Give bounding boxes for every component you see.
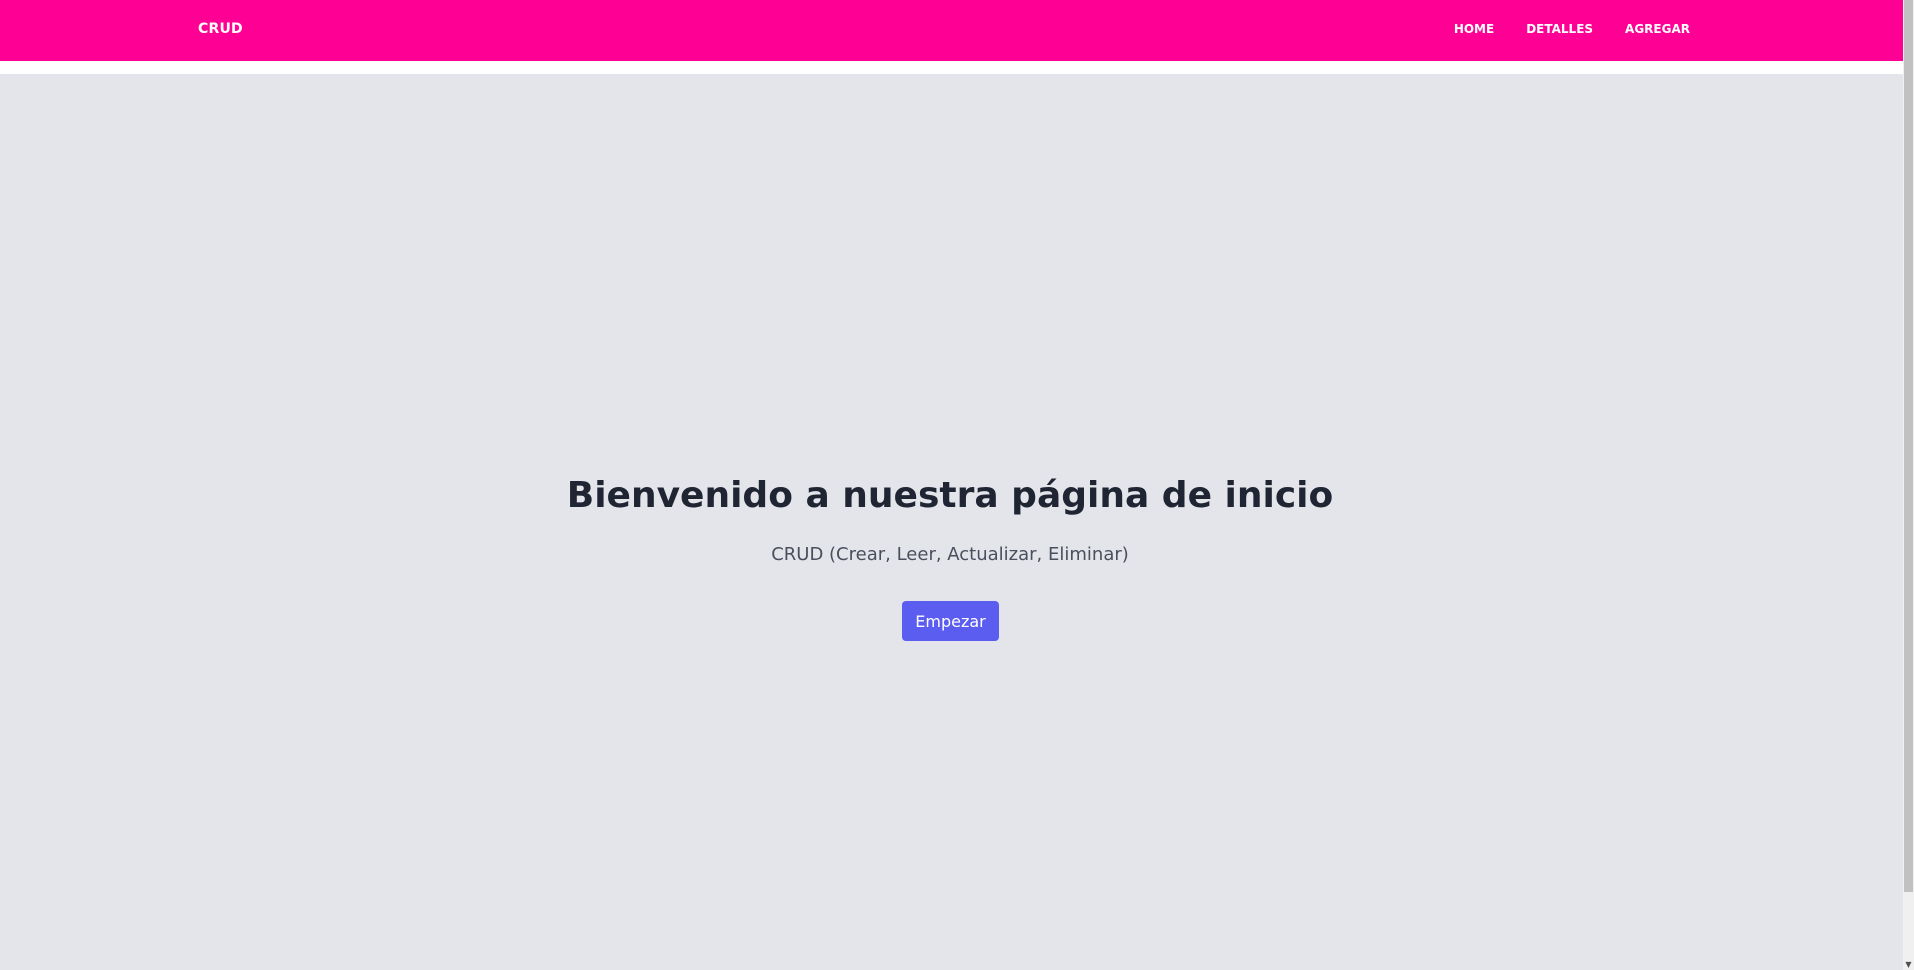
browser-viewport: CRUD HOME DETALLES AGREGAR Bienvenido a …	[0, 0, 1914, 970]
scrollbar-thumb[interactable]	[1904, 0, 1913, 892]
hero-subtitle: CRUD (Crear, Leer, Actualizar, Eliminar)	[771, 544, 1129, 565]
brand-link[interactable]: CRUD	[198, 21, 243, 37]
vertical-scrollbar[interactable]: ▼	[1903, 0, 1914, 970]
nav-link-detalles[interactable]: DETALLES	[1526, 22, 1593, 36]
nav-links: HOME DETALLES AGREGAR	[1454, 22, 1690, 36]
hero-title: Bienvenido a nuestra página de inicio	[566, 475, 1334, 516]
page: CRUD HOME DETALLES AGREGAR Bienvenido a …	[0, 0, 1903, 970]
nav-link-home[interactable]: HOME	[1454, 22, 1494, 36]
start-button[interactable]: Empezar	[902, 601, 999, 641]
navbar: CRUD HOME DETALLES AGREGAR	[0, 0, 1903, 61]
chevron-down-icon[interactable]: ▼	[1903, 959, 1914, 970]
hero-section: Bienvenido a nuestra página de inicio CR…	[0, 74, 1903, 970]
nav-link-agregar[interactable]: AGREGAR	[1625, 22, 1690, 36]
